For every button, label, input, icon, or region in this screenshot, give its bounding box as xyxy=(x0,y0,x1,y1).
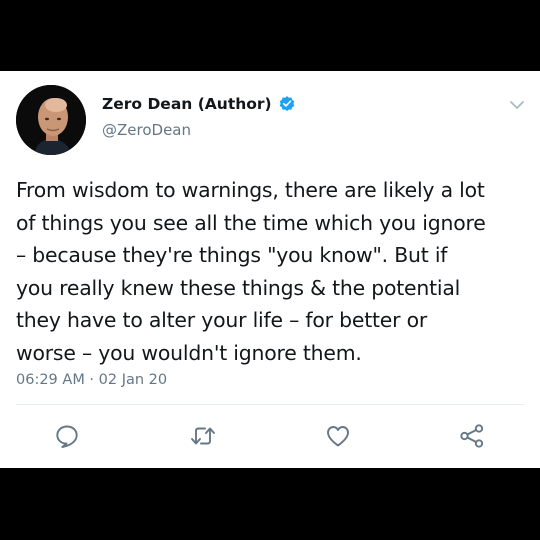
retweet-icon xyxy=(191,427,215,445)
share-button[interactable] xyxy=(457,421,487,451)
display-name[interactable]: Zero Dean (Author) xyxy=(102,95,272,113)
tweet-timestamp[interactable]: 06:29 AM · 02 Jan 20 xyxy=(16,372,167,388)
reply-icon xyxy=(56,425,78,448)
user-handle[interactable]: @ZeroDean xyxy=(102,121,191,139)
share-icon xyxy=(460,424,484,448)
like-button[interactable] xyxy=(323,421,353,451)
divider xyxy=(16,404,524,405)
verified-badge-icon xyxy=(278,95,296,113)
retweet-button[interactable] xyxy=(188,421,218,451)
screenshot-frame: Zero Dean (Author) @ZeroDean From wisdom… xyxy=(0,0,540,540)
heart-icon xyxy=(327,426,349,447)
tweet-card: Zero Dean (Author) @ZeroDean From wisdom… xyxy=(0,71,540,468)
chevron-down-icon[interactable] xyxy=(508,97,526,111)
avatar-portrait-icon xyxy=(16,85,86,155)
tweet-text: From wisdom to warnings, there are likel… xyxy=(16,178,486,365)
avatar[interactable] xyxy=(16,85,86,155)
action-bar xyxy=(0,421,540,451)
name-row: Zero Dean (Author) xyxy=(102,93,296,115)
reply-button[interactable] xyxy=(52,421,82,451)
